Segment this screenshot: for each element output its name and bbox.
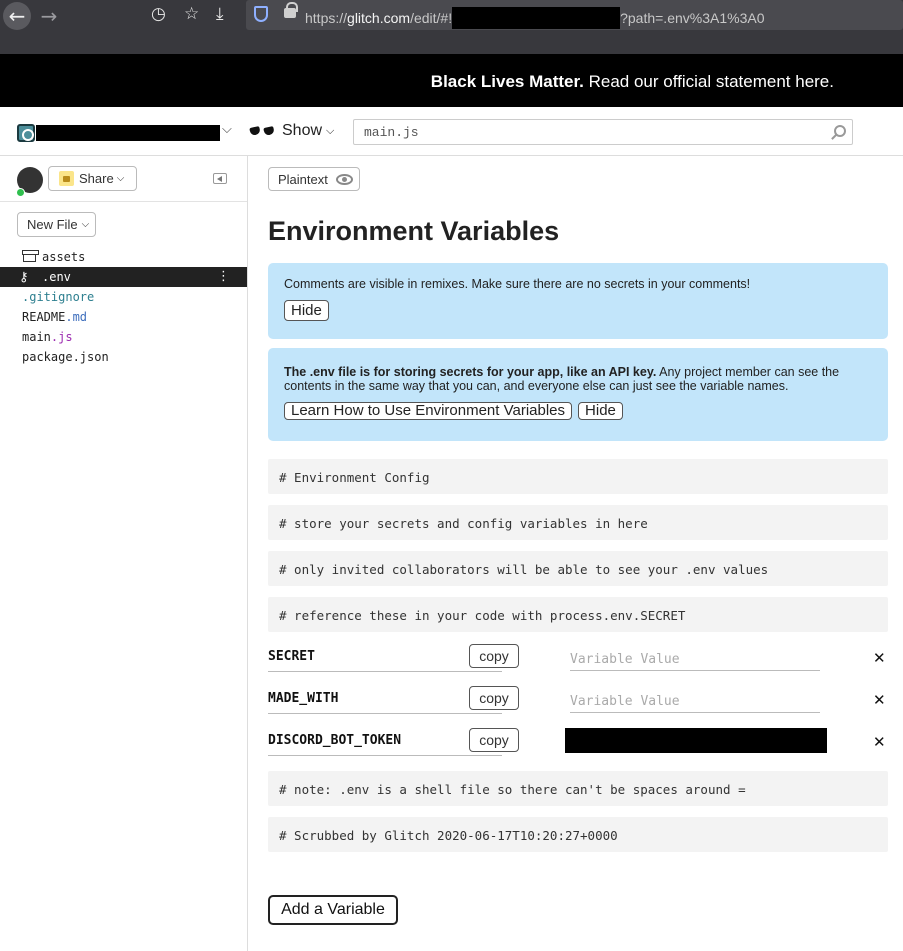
plaintext-toggle-button[interactable]: Plaintext	[268, 167, 360, 191]
variable-key-field[interactable]: SECRET	[268, 649, 502, 672]
file-tree: assets ⚷ .env ⋮ .gitignore README.md mai…	[0, 247, 247, 367]
download-icon[interactable]: ⤓	[216, 4, 224, 24]
page-title: Environment Variables	[268, 216, 560, 246]
copy-button[interactable]: copy	[469, 644, 519, 668]
file-options-icon[interactable]: ⋮	[217, 267, 230, 287]
hide-button[interactable]: Hide	[284, 300, 329, 321]
env-variable-row: SECRET copy ✕	[268, 644, 888, 672]
env-comment-line[interactable]: # store your secrets and config variable…	[268, 505, 888, 540]
add-variable-button[interactable]: Add a Variable	[268, 895, 398, 925]
variable-value-input[interactable]	[570, 648, 820, 671]
file-item-assets[interactable]: assets	[0, 247, 247, 267]
variable-value-input[interactable]	[570, 690, 820, 713]
project-header: ⌵ Show ⌵ main.js	[0, 107, 903, 156]
user-avatar[interactable]	[16, 167, 43, 197]
share-button[interactable]: Share ⌵	[48, 166, 137, 191]
history-clock-icon[interactable]: ◷	[151, 4, 166, 24]
env-variable-row: DISCORD_BOT_TOKEN copy ✕	[268, 728, 888, 756]
chevron-down-icon: ⌵	[326, 124, 335, 137]
hide-button[interactable]: Hide	[578, 402, 623, 420]
variable-key-field[interactable]: DISCORD_BOT_TOKEN	[268, 733, 502, 756]
variable-key-field[interactable]: MADE_WITH	[268, 691, 502, 714]
chevron-down-icon[interactable]: ⌵	[222, 122, 232, 137]
remove-variable-icon[interactable]: ✕	[873, 691, 886, 709]
tracking-shield-icon[interactable]	[254, 6, 268, 22]
chevron-down-icon: ⌵	[116, 173, 125, 184]
eye-icon	[335, 173, 353, 185]
file-search-input[interactable]: main.js	[353, 119, 853, 145]
sunglasses-icon	[248, 124, 278, 138]
copy-button[interactable]: copy	[469, 686, 519, 710]
redacted-block	[452, 7, 621, 29]
remove-variable-icon[interactable]: ✕	[873, 649, 886, 667]
address-bar[interactable]: https://glitch.com/edit/#! ?path=.env%3A1…	[246, 0, 903, 30]
forward-arrow-icon[interactable]: →	[35, 2, 63, 30]
file-item-gitignore[interactable]: .gitignore	[0, 287, 247, 307]
comments-notice: Comments are visible in remixes. Make su…	[268, 263, 888, 339]
env-comment-line[interactable]: # Scrubbed by Glitch 2020-06-17T10:20:27…	[268, 817, 888, 852]
lock-icon[interactable]	[284, 2, 298, 18]
env-editor: Plaintext Environment Variables Comments…	[248, 156, 903, 951]
env-comment-line[interactable]: # only invited collaborators will be abl…	[268, 551, 888, 586]
file-item-package-json[interactable]: package.json	[0, 347, 247, 367]
sidebar: Share ⌵ New File ⌵ assets ⚷ .env ⋮ .giti…	[0, 156, 248, 951]
project-avatar-icon[interactable]	[17, 124, 35, 142]
env-comment-line[interactable]: # Environment Config	[268, 459, 888, 494]
env-variable-row: MADE_WITH copy ✕	[268, 686, 888, 714]
file-item-env[interactable]: ⚷ .env ⋮	[0, 267, 247, 287]
banner-link[interactable]: Read our official statement here.	[589, 72, 834, 91]
bookmark-star-icon[interactable]: ☆	[184, 4, 199, 24]
lock-icon	[59, 171, 74, 186]
back-arrow-icon[interactable]: ←	[3, 2, 31, 30]
archive-box-icon	[22, 250, 39, 262]
copy-button[interactable]: copy	[469, 728, 519, 752]
env-info-notice: The .env file is for storing secrets for…	[268, 348, 888, 441]
collapse-sidebar-icon[interactable]	[213, 173, 227, 184]
banner-bold: Black Lives Matter.	[430, 72, 584, 91]
announcement-banner[interactable]: Black Lives Matter. Read our official st…	[0, 54, 903, 107]
variable-value-redacted[interactable]	[565, 728, 827, 753]
env-comment-line[interactable]: # note: .env is a shell file so there ca…	[268, 771, 888, 806]
new-file-button[interactable]: New File ⌵	[17, 212, 96, 237]
key-icon: ⚷	[19, 270, 29, 285]
learn-env-vars-button[interactable]: Learn How to Use Environment Variables	[284, 402, 573, 420]
url-text[interactable]: https://glitch.com/edit/#! ?path=.env%3A1…	[305, 7, 764, 29]
online-status-icon	[16, 188, 25, 197]
chevron-down-icon: ⌵	[81, 219, 90, 230]
browser-toolbar: ← → ◷ ☆ ⤓ https://glitch.com/edit/#! ?pat…	[0, 0, 903, 54]
show-button[interactable]: Show ⌵	[248, 122, 334, 140]
divider	[0, 201, 247, 202]
project-name-redacted[interactable]	[36, 125, 220, 141]
env-comment-line[interactable]: # reference these in your code with proc…	[268, 597, 888, 632]
file-item-readme[interactable]: README.md	[0, 307, 247, 327]
file-item-main-js[interactable]: main.js	[0, 327, 247, 347]
remove-variable-icon[interactable]: ✕	[873, 733, 886, 751]
search-icon[interactable]	[834, 125, 846, 137]
